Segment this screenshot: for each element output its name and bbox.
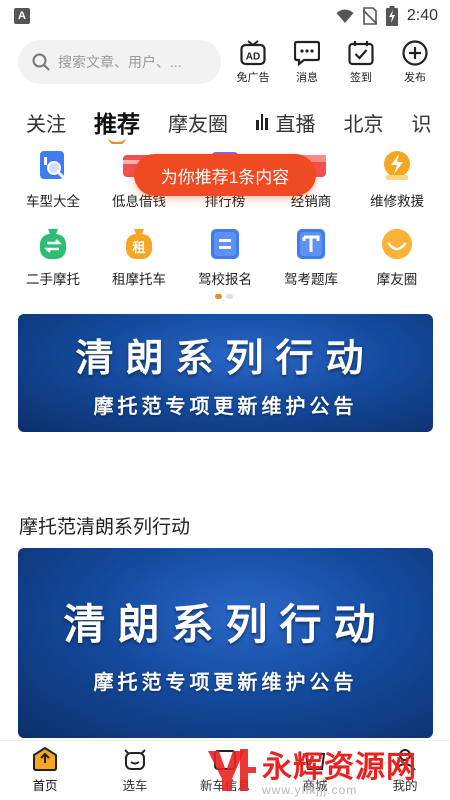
search-placeholder: 搜索文章、用户、... <box>58 54 182 70</box>
grid-label-exam-bank: 驾考题库 <box>284 272 338 287</box>
moto-friends-icon <box>379 226 415 262</box>
grid-item-driving-school[interactable]: 驾校报名 <box>182 226 268 296</box>
article-cover-title: 清朗系列行动 <box>63 601 388 648</box>
page-dot <box>226 294 233 299</box>
grid-item-moto-friends[interactable]: 摩友圈 <box>354 226 440 296</box>
used-moto-icon <box>35 226 71 262</box>
mall-icon <box>304 753 326 770</box>
article-cover-subtitle: 摩托范专项更新维护公告 <box>93 672 358 694</box>
live-icon <box>256 114 268 130</box>
promo-banner[interactable]: 清朗系列行动 摩托范专项更新维护公告 <box>18 314 433 432</box>
grid-label-driving-school: 驾校报名 <box>198 272 252 287</box>
search-icon <box>32 53 50 71</box>
page-dot-active <box>215 294 222 299</box>
rent-moto-icon: 租 <box>121 226 157 262</box>
repair-icon <box>379 148 415 184</box>
ad-free-label: 免广告 <box>236 71 270 84</box>
grid-label-repair: 维修救援 <box>370 194 424 209</box>
search-bar[interactable]: 搜索文章、用户、... <box>18 40 221 84</box>
rent-glyph: 租 <box>132 241 145 256</box>
grid-item-exam-bank[interactable]: 驾考题库 <box>268 226 354 296</box>
banner-subtitle: 摩托范专项更新维护公告 <box>93 396 358 418</box>
profile-icon <box>394 749 416 771</box>
publish-label: 发布 <box>404 71 426 84</box>
nav-select-car[interactable]: 选车 <box>90 747 180 794</box>
grid-label-moto-friends: 摩友圈 <box>376 272 418 287</box>
no-sim-icon <box>362 7 377 25</box>
grid-item-repair[interactable]: 维修救援 <box>354 148 440 218</box>
nav-new-car[interactable]: 新车信息 <box>180 747 270 794</box>
messages-label: 消息 <box>296 71 318 84</box>
tab-more[interactable]: 识 <box>412 108 432 137</box>
exam-bank-icon <box>293 226 329 262</box>
app-notification-icon: A <box>14 8 30 24</box>
banner-title: 清朗系列行动 <box>75 338 376 380</box>
select-car-icon <box>124 749 146 770</box>
driving-school-icon <box>207 226 243 262</box>
channel-tabs: 关注 推荐 摩友圈 直播 北京 识 <box>0 100 450 144</box>
grid-item-rent-moto[interactable]: 租 租摩托车 <box>96 226 182 296</box>
ad-free-button[interactable]: AD 免广告 <box>232 39 274 85</box>
ad-icon: AD <box>240 39 266 65</box>
nav-profile[interactable]: 我的 <box>360 747 450 794</box>
tab-beijing[interactable]: 北京 <box>344 108 384 137</box>
nav-mall-label: 商城 <box>302 779 328 793</box>
svg-text:AD: AD <box>246 51 260 62</box>
car-model-icon <box>35 148 71 184</box>
article-cover-image[interactable]: 清朗系列行动 摩托范专项更新维护公告 <box>18 548 433 738</box>
battery-charging-icon <box>385 6 398 26</box>
tab-recommend[interactable]: 推荐 <box>94 105 140 139</box>
nav-new-car-label: 新车信息 <box>199 779 250 793</box>
status-bar: A 2:40 <box>0 0 450 32</box>
grid-item-used-moto[interactable]: 二手摩托 <box>10 226 96 296</box>
status-time: 2:40 <box>406 7 438 24</box>
recommend-toast: 为你推荐1条内容 <box>134 154 316 196</box>
bottom-navigation: 首页 选车 新车信息 商城 我的 <box>0 740 450 800</box>
header: 搜索文章、用户、... AD 免广告 消息 签到 发布 <box>0 36 450 88</box>
grid-label-used-moto: 二手摩托 <box>26 272 80 287</box>
publish-button[interactable]: 发布 <box>394 39 436 85</box>
wifi-icon <box>336 9 354 23</box>
grid-item-car-models[interactable]: 车型大全 <box>10 148 96 218</box>
article-title[interactable]: 摩托范清朗系列行动 <box>19 512 190 539</box>
grid-label-rent-moto: 租摩托车 <box>112 272 166 287</box>
nav-home-label: 首页 <box>32 779 58 793</box>
tab-moto-friends[interactable]: 摩友圈 <box>168 108 228 137</box>
checkin-button[interactable]: 签到 <box>340 40 382 85</box>
tab-follow[interactable]: 关注 <box>26 108 66 137</box>
plus-circle-icon <box>402 39 428 66</box>
nav-profile-label: 我的 <box>392 779 418 793</box>
nav-home[interactable]: 首页 <box>0 747 90 794</box>
new-car-icon <box>214 750 236 770</box>
nav-select-car-label: 选车 <box>122 779 148 793</box>
checkin-icon <box>348 40 374 65</box>
nav-mall[interactable]: 商城 <box>270 747 360 794</box>
message-icon <box>294 40 320 66</box>
tab-live-label: 直播 <box>275 113 316 136</box>
tab-live[interactable]: 直播 <box>256 108 316 137</box>
grid-label-car-models: 车型大全 <box>26 194 80 209</box>
grid-page-indicator <box>215 294 233 299</box>
messages-button[interactable]: 消息 <box>286 40 328 85</box>
checkin-label: 签到 <box>350 71 372 84</box>
home-icon <box>33 747 57 771</box>
